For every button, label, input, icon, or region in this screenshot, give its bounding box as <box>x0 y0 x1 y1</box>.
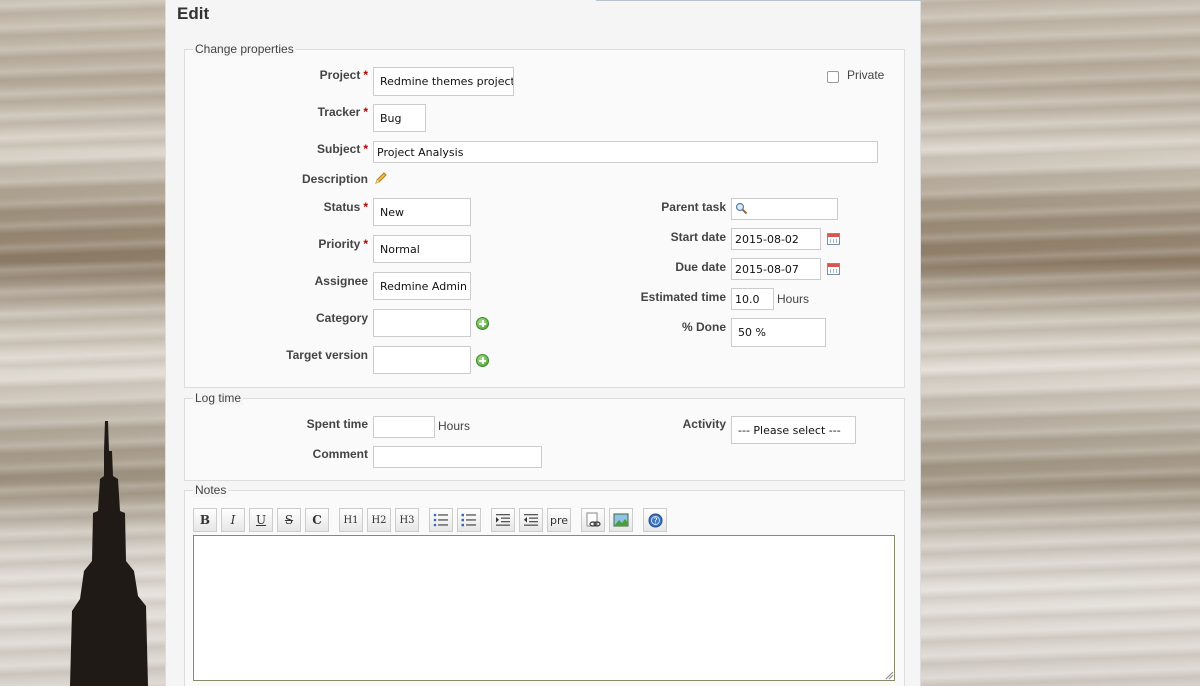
properties-legend: Change properties <box>193 42 296 56</box>
start-date-label: Start date <box>670 230 726 244</box>
project-label: Project * <box>319 68 368 82</box>
underline-button[interactable]: U <box>249 508 273 532</box>
spent-time-unit: Hours <box>438 419 471 433</box>
pencil-icon[interactable] <box>374 171 388 185</box>
indent-button[interactable] <box>491 508 515 532</box>
edit-panel: Edit Change properties Project * Redmine … <box>165 0 922 686</box>
start-date-calendar-icon[interactable] <box>827 233 840 245</box>
search-icon <box>735 202 748 215</box>
help-icon: ? <box>648 513 662 527</box>
bold-button[interactable]: B <box>193 508 217 532</box>
ordered-list-button[interactable] <box>457 508 481 532</box>
target-version-select[interactable] <box>373 346 471 374</box>
heading2-button[interactable]: H2 <box>367 508 391 532</box>
category-label: Category <box>315 311 368 325</box>
due-date-calendar-icon[interactable] <box>827 263 840 275</box>
comment-input[interactable] <box>373 446 542 468</box>
image-button[interactable] <box>609 508 633 532</box>
unordered-list-button[interactable] <box>429 508 453 532</box>
assignee-label: Assignee <box>314 274 368 288</box>
done-select[interactable]: 50 % <box>731 318 826 347</box>
page-title: Edit <box>177 4 210 23</box>
description-label: Description <box>301 172 368 186</box>
top-accent <box>596 0 922 1</box>
bullet-list-icon <box>433 513 448 527</box>
italic-button[interactable]: I <box>221 508 245 532</box>
estimated-time-label: Estimated time <box>640 290 726 304</box>
private-checkbox[interactable] <box>827 71 839 83</box>
help-button[interactable]: ? <box>643 508 667 532</box>
private-label: Private <box>847 68 885 82</box>
spent-time-input[interactable] <box>373 416 435 438</box>
pre-button[interactable]: pre <box>547 508 571 532</box>
comment-label: Comment <box>312 447 368 461</box>
assignee-select[interactable]: Redmine Admin <box>373 272 471 300</box>
indent-icon <box>496 514 510 526</box>
resize-handle-icon[interactable] <box>884 670 894 680</box>
image-icon <box>613 513 629 527</box>
subject-label: Subject * <box>316 142 368 156</box>
subject-input[interactable]: Project Analysis <box>373 141 878 163</box>
start-date-input[interactable]: 2015-08-02 <box>731 228 821 250</box>
tower-silhouette <box>70 421 148 686</box>
log-time-legend: Log time <box>193 391 244 405</box>
notes-legend: Notes <box>193 483 229 497</box>
status-label: Status * <box>323 200 368 214</box>
add-category-icon[interactable] <box>476 317 489 330</box>
numbered-list-icon <box>461 513 476 527</box>
estimated-time-input[interactable]: 10.0 <box>731 288 774 310</box>
inline-code-button[interactable]: C <box>305 508 329 532</box>
activity-label: Activity <box>682 417 726 431</box>
activity-select[interactable]: --- Please select --- <box>731 416 856 444</box>
spent-time-label: Spent time <box>306 417 368 431</box>
outdent-icon <box>524 514 538 526</box>
heading1-button[interactable]: H1 <box>339 508 363 532</box>
heading3-button[interactable]: H3 <box>395 508 419 532</box>
strike-button[interactable]: S <box>277 508 301 532</box>
notes-textarea[interactable] <box>193 535 895 681</box>
tracker-label: Tracker * <box>317 105 368 119</box>
category-select[interactable] <box>373 309 471 337</box>
outdent-button[interactable] <box>519 508 543 532</box>
link-icon <box>586 512 601 527</box>
done-label: % Done <box>681 320 726 334</box>
priority-select[interactable]: Normal <box>373 235 471 263</box>
tracker-select[interactable]: Bug <box>373 104 426 132</box>
due-date-label: Due date <box>675 260 726 274</box>
priority-label: Priority * <box>318 237 368 251</box>
estimated-time-unit: Hours <box>777 292 810 306</box>
due-date-input[interactable]: 2015-08-07 <box>731 258 821 280</box>
svg-text:?: ? <box>653 516 657 525</box>
add-version-icon[interactable] <box>476 354 489 367</box>
target-version-label: Target version <box>286 348 368 362</box>
project-select[interactable]: Redmine themes project <box>373 67 514 96</box>
wiki-link-button[interactable] <box>581 508 605 532</box>
status-select[interactable]: New <box>373 198 471 226</box>
parent-task-label: Parent task <box>661 200 726 214</box>
